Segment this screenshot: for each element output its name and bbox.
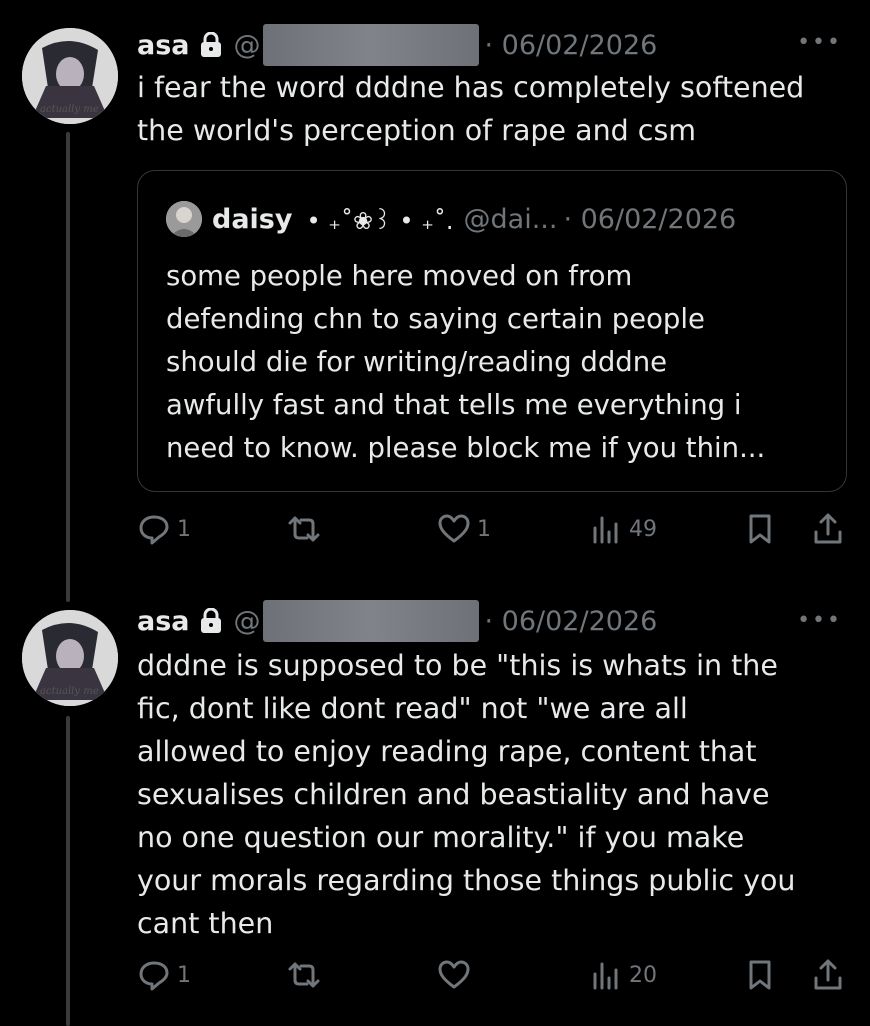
share-button[interactable] (811, 512, 845, 546)
thread-line (66, 132, 70, 602)
views-icon (593, 962, 618, 990)
quote-header: daisy • ₊˚❀꒱ • ₊˚. @dai... · 06/02/2026 (166, 201, 736, 237)
lock-icon (200, 608, 222, 634)
like-count: 1 (477, 516, 491, 542)
redacted-handle (262, 24, 479, 66)
share-icon (814, 959, 842, 990)
post-text: dddne is supposed to be "this is whats i… (137, 649, 796, 940)
author-name[interactable]: asa (137, 30, 190, 61)
more-icon[interactable]: ••• (797, 608, 842, 633)
svg-text:actually me: actually me (40, 104, 99, 115)
reply-count: 1 (177, 516, 191, 542)
repost-button[interactable] (287, 958, 327, 992)
quote-author-decoration: • ₊˚❀꒱ • ₊˚. (306, 207, 454, 235)
reply-count: 1 (177, 962, 191, 988)
heart-icon (438, 514, 470, 543)
avatar[interactable]: actually me (22, 28, 118, 124)
views-icon (593, 516, 618, 544)
post-header: asa @ · 06/02/2026 (137, 24, 657, 66)
author-name[interactable]: asa (137, 606, 190, 637)
avatar[interactable]: actually me (22, 610, 118, 706)
like-button[interactable]: 1 (437, 512, 491, 546)
quote-author-name: daisy (212, 203, 293, 235)
post-date[interactable]: · 06/02/2026 (485, 30, 658, 61)
redacted-handle (262, 600, 479, 642)
thread-line (66, 716, 70, 1026)
views-button[interactable]: 49 (589, 512, 657, 546)
quote-date: · 06/02/2026 (563, 203, 737, 235)
reply-button[interactable]: 1 (137, 512, 191, 546)
post-actions: 1 20 (137, 958, 852, 998)
like-button[interactable] (437, 958, 477, 992)
quoted-post[interactable]: daisy • ₊˚❀꒱ • ₊˚. @dai... · 06/02/2026 … (137, 170, 847, 492)
bookmark-icon (749, 514, 771, 544)
share-button[interactable] (811, 958, 845, 992)
quote-avatar (166, 201, 202, 237)
svg-text:actually me: actually me (40, 686, 99, 697)
repost-icon (288, 962, 320, 988)
heart-icon (438, 960, 470, 989)
repost-icon (288, 516, 320, 542)
quote-author-handle: @dai... (463, 203, 558, 235)
post-actions: 1 1 49 (137, 512, 852, 552)
share-icon (814, 513, 842, 544)
more-icon[interactable]: ••• (797, 30, 842, 55)
avatar-image: actually me (22, 610, 118, 706)
post-text: i fear the word dddne has completely sof… (137, 71, 805, 147)
lock-icon (200, 32, 222, 58)
reply-icon (139, 515, 169, 545)
reply-icon (139, 961, 169, 991)
post-date[interactable]: · 06/02/2026 (485, 606, 658, 637)
bookmark-button[interactable] (743, 958, 777, 992)
avatar-image: actually me (22, 28, 118, 124)
quote-text: some people here moved on from defending… (166, 260, 766, 464)
author-handle[interactable]: @ (234, 30, 261, 61)
reply-button[interactable]: 1 (137, 958, 191, 992)
bookmark-icon (749, 960, 771, 990)
views-button[interactable]: 20 (589, 958, 657, 992)
views-count: 20 (629, 962, 657, 988)
post-header: asa @ · 06/02/2026 (137, 600, 657, 642)
repost-button[interactable] (287, 512, 327, 546)
author-handle[interactable]: @ (234, 606, 261, 637)
bookmark-button[interactable] (743, 512, 777, 546)
views-count: 49 (629, 516, 657, 542)
